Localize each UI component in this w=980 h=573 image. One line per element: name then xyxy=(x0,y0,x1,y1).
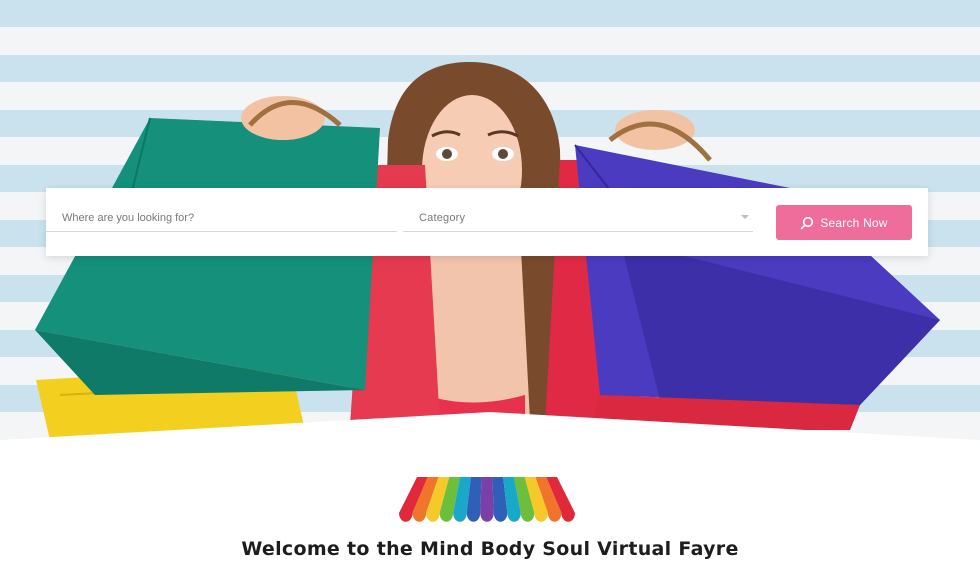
category-select[interactable]: Category xyxy=(403,210,753,232)
location-field[interactable] xyxy=(46,210,397,232)
rainbow-awning-logo xyxy=(397,475,577,525)
awning-stripe xyxy=(480,477,494,522)
category-value: Category xyxy=(419,212,466,224)
awning-icon xyxy=(399,477,575,522)
location-input[interactable] xyxy=(62,212,362,224)
search-bar: Category Search Now xyxy=(46,188,928,256)
search-button-label: Search Now xyxy=(820,215,888,230)
chevron-down-icon[interactable] xyxy=(739,211,751,223)
search-now-button[interactable]: Search Now xyxy=(776,205,912,240)
search-icon xyxy=(801,216,814,229)
welcome-title: Welcome to the Mind Body Soul Virtual Fa… xyxy=(241,538,739,560)
